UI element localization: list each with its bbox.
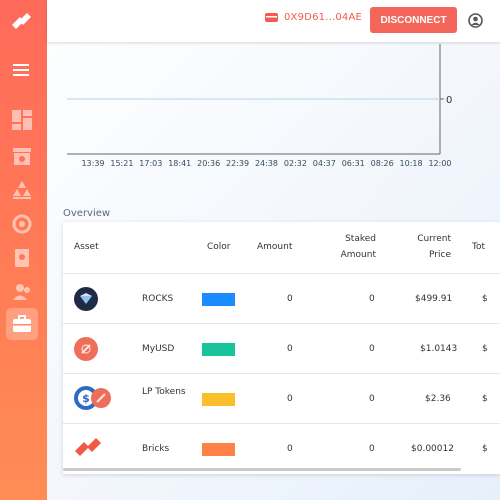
table-header: Asset Color Amount Staked Amount Current… [63, 222, 500, 274]
sidebar-item-portfolio[interactable] [6, 308, 38, 340]
color-swatch [202, 393, 235, 406]
disconnect-button[interactable]: DISCONNECT [370, 7, 457, 33]
logo-icon[interactable] [8, 8, 38, 38]
rocks-icon [74, 287, 98, 311]
asset-name: ROCKS [142, 294, 174, 304]
table-row[interactable]: ROCKS 0 0 $499.91 $ [63, 274, 500, 324]
wallet-address[interactable]: 0X9D61...04AE [265, 12, 362, 23]
table-row[interactable]: $ LP Tokens 0 0 $2.36 $ [63, 374, 500, 424]
price-value: $0.00012 [411, 444, 454, 454]
sidebar-item-exchange[interactable] [6, 208, 38, 240]
amount-value: 0 [287, 394, 293, 404]
sidebar-item-dashboard[interactable] [6, 104, 38, 136]
amount-value: 0 [287, 294, 293, 304]
color-swatch [202, 293, 235, 306]
total-value: $ [482, 394, 488, 404]
x-tick-label: 17:03 [139, 159, 162, 168]
staked-value: 0 [369, 344, 375, 354]
col-staked-amount[interactable]: Staked Amount [329, 231, 376, 263]
col-total[interactable]: Tot [472, 239, 485, 255]
sidebar-item-stake[interactable] [6, 174, 38, 206]
price-value: $499.91 [415, 294, 453, 304]
horizontal-scrollbar[interactable] [63, 468, 461, 471]
dashboard-icon [12, 110, 32, 130]
x-tick-label: 04:37 [313, 159, 336, 168]
total-value: $ [482, 344, 488, 354]
sidebar-item-bank[interactable] [6, 140, 38, 172]
color-swatch [202, 343, 235, 356]
x-tick-label: 24:38 [255, 159, 278, 168]
staked-value: 0 [369, 394, 375, 404]
asset-name: MyUSD [142, 344, 175, 354]
total-value: $ [482, 294, 488, 304]
x-tick-label: 02:32 [284, 159, 307, 168]
staked-value: 0 [369, 294, 375, 304]
y-tick-label: 0 [446, 95, 452, 106]
overview-table: Asset Color Amount Staked Amount Current… [63, 222, 500, 474]
x-tick-label: 15:21 [110, 159, 133, 168]
x-tick-label: 12:00 [428, 159, 451, 168]
x-tick-label: 22:39 [226, 159, 249, 168]
x-tick-label: 18:41 [168, 159, 191, 168]
col-current-price[interactable]: Current Price [403, 231, 451, 263]
staked-value: 0 [369, 444, 375, 454]
asset-name: LP Tokens [142, 387, 186, 397]
col-amount[interactable]: Amount [257, 239, 292, 255]
x-tick-label: 08:26 [371, 159, 394, 168]
col-asset[interactable]: Asset [74, 239, 99, 255]
sidebar-item-document[interactable] [6, 242, 38, 274]
table-row[interactable]: Bricks 0 0 $0.00012 $ [63, 424, 500, 474]
overview-title: Overview [63, 208, 111, 219]
exchange-icon [12, 214, 32, 234]
amount-value: 0 [287, 444, 293, 454]
sidebar [0, 0, 47, 500]
wallet-address-text: 0X9D61...04AE [284, 12, 363, 23]
x-tick-label: 13:39 [81, 159, 104, 168]
price-value: $1.0143 [420, 344, 458, 354]
x-tick-label: 10:18 [400, 159, 423, 168]
x-tick-label: 06:31 [342, 159, 365, 168]
lp-tokens-icon: $ [74, 386, 111, 410]
briefcase-icon [13, 315, 31, 332]
wallet-icon [265, 13, 278, 22]
price-chart: 13:39 15:21 17:03 18:41 20:36 22:39 24:38 02:32… [67, 44, 452, 168]
color-swatch [202, 443, 235, 456]
menu-icon[interactable] [11, 61, 31, 79]
document-icon [15, 249, 29, 267]
myusd-icon [74, 337, 98, 361]
x-tick-label: 20:36 [197, 159, 220, 168]
price-value: $2.36 [425, 394, 451, 404]
svg-text:$: $ [82, 392, 90, 405]
table-row[interactable]: MyUSD 0 0 $1.0143 $ [63, 324, 500, 374]
stake-icon [13, 181, 31, 199]
col-color[interactable]: Color [207, 239, 231, 255]
total-value: $ [482, 444, 488, 454]
users-icon [13, 284, 30, 300]
account-icon[interactable] [468, 13, 483, 28]
amount-value: 0 [287, 344, 293, 354]
sidebar-item-users[interactable] [6, 276, 38, 308]
bricks-icon [75, 438, 101, 456]
top-header: 0X9D61...04AE DISCONNECT [47, 0, 500, 42]
bank-icon [13, 148, 31, 165]
asset-name: Bricks [142, 444, 170, 454]
